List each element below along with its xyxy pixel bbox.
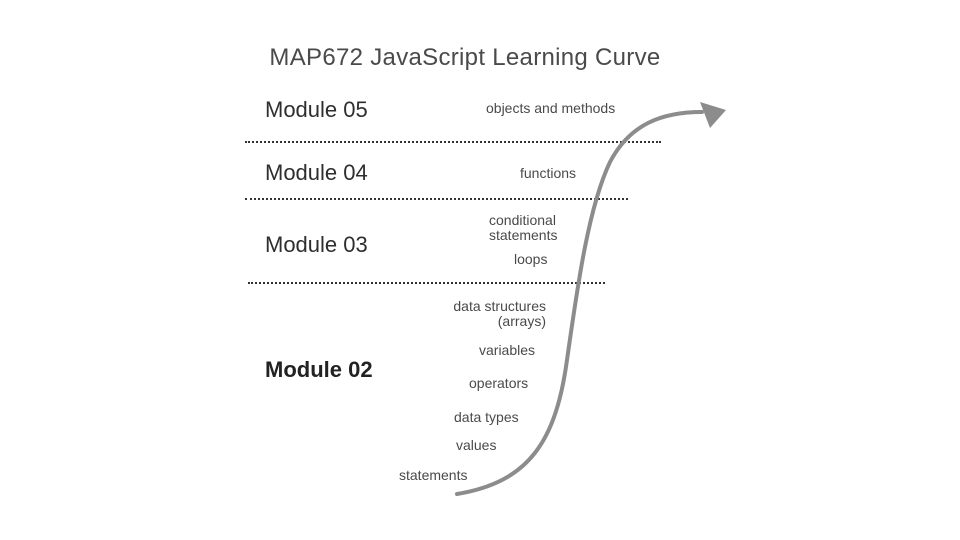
learning-curve-line — [455, 110, 704, 496]
learning-curve-arrow — [455, 102, 726, 496]
arrow-head-icon — [700, 102, 726, 128]
